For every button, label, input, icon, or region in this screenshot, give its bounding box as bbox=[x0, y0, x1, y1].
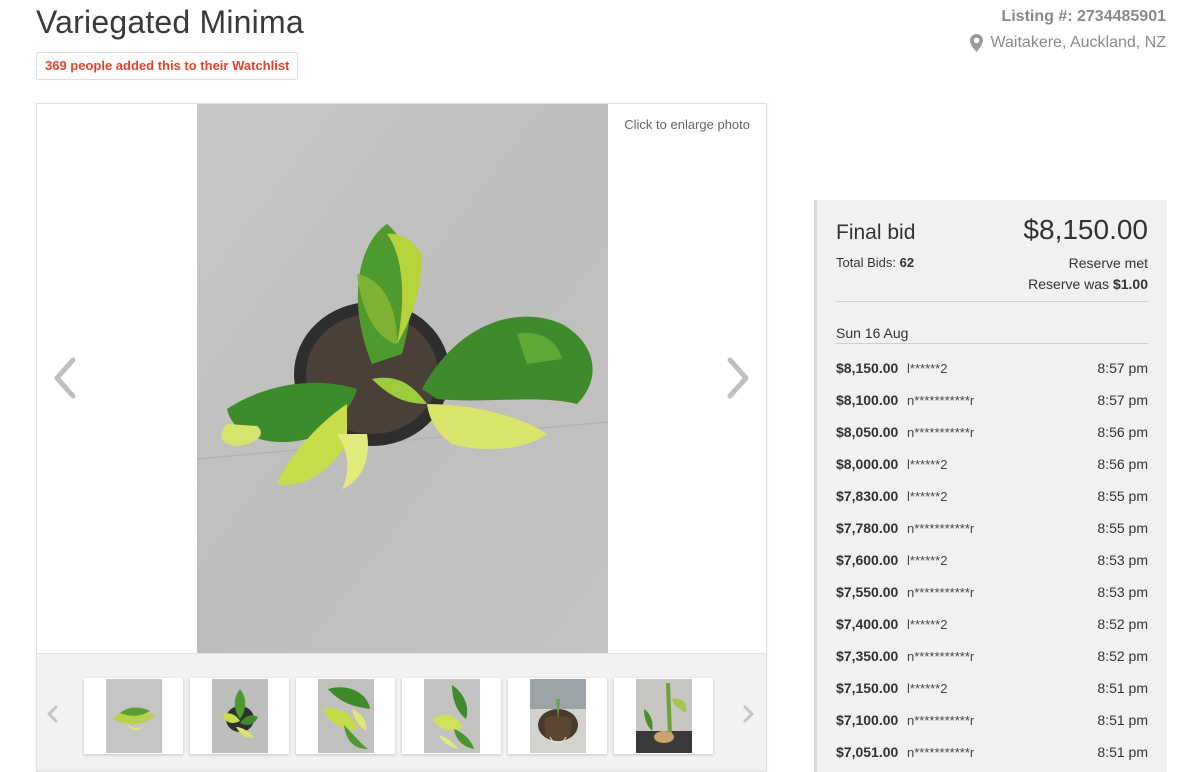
main-photo-area[interactable]: Click to enlarge photo bbox=[37, 104, 766, 653]
bidder-name: n***********r bbox=[907, 648, 975, 664]
thumbnail-3[interactable] bbox=[296, 678, 395, 754]
reserve-status: Reserve met bbox=[1068, 255, 1148, 271]
bid-amount: $7,830.00 bbox=[836, 488, 899, 504]
bid-row: $8,000.00 l******2 8:56 pm bbox=[836, 448, 1148, 480]
bidder-name: n***********r bbox=[907, 520, 975, 536]
bid-amount: $7,100.00 bbox=[836, 712, 899, 728]
bid-date-heading: Sun 16 Aug bbox=[836, 325, 909, 341]
bid-row: $7,550.00 n***********r 8:53 pm bbox=[836, 576, 1148, 608]
bid-row: $7,150.00 l******2 8:51 pm bbox=[836, 672, 1148, 704]
total-bids: Total Bids: 62 bbox=[836, 255, 914, 270]
map-pin-icon bbox=[969, 34, 983, 52]
bid-amount: $8,150.00 bbox=[836, 360, 899, 376]
reserve-price-value: $1.00 bbox=[1112, 276, 1148, 292]
bid-amount: $7,780.00 bbox=[836, 520, 899, 536]
bid-row: $7,780.00 n***********r 8:55 pm bbox=[836, 512, 1148, 544]
bid-row: $7,100.00 n***********r 8:51 pm bbox=[836, 704, 1148, 736]
bidder-name: l******2 bbox=[907, 488, 948, 504]
thumbnail-5[interactable] bbox=[508, 678, 607, 754]
thumbnail-6[interactable] bbox=[614, 678, 713, 754]
enlarge-photo-link[interactable]: Click to enlarge photo bbox=[624, 117, 750, 132]
bidder-name: l******2 bbox=[907, 360, 948, 376]
chevron-right-icon bbox=[743, 705, 754, 723]
thumbnail-list bbox=[84, 678, 713, 754]
bidder-name: n***********r bbox=[907, 744, 975, 760]
bid-amount: $8,000.00 bbox=[836, 456, 899, 472]
bid-time: 8:52 pm bbox=[1097, 616, 1148, 632]
location: Waitakere, Auckland, NZ bbox=[969, 34, 1166, 52]
bidder-name: n***********r bbox=[907, 392, 975, 408]
reserve-price: Reserve was $1.00 bbox=[1028, 276, 1148, 292]
bidder-name: n***********r bbox=[907, 424, 975, 440]
bidder-name: l******2 bbox=[907, 456, 948, 472]
thumbnail-strip bbox=[37, 653, 766, 771]
bid-amount: $7,350.00 bbox=[836, 648, 899, 664]
bid-amount: $7,600.00 bbox=[836, 552, 899, 568]
bid-row: $7,350.00 n***********r 8:52 pm bbox=[836, 640, 1148, 672]
bidder-name: l******2 bbox=[907, 616, 948, 632]
bid-row: $7,400.00 l******2 8:52 pm bbox=[836, 608, 1148, 640]
bid-time: 8:57 pm bbox=[1097, 392, 1148, 408]
bid-row: $8,050.00 n***********r 8:56 pm bbox=[836, 416, 1148, 448]
bid-amount: $7,400.00 bbox=[836, 616, 899, 632]
bid-list: $8,150.00 l******2 8:57 pm $8,100.00 n*****… bbox=[836, 352, 1148, 768]
photo-gallery: Click to enlarge photo bbox=[36, 103, 767, 772]
bid-row: $7,830.00 l******2 8:55 pm bbox=[836, 480, 1148, 512]
bid-time: 8:51 pm bbox=[1097, 744, 1148, 760]
bid-row: $7,051.00 n***********r 8:51 pm bbox=[836, 736, 1148, 768]
location-text: Waitakere, Auckland, NZ bbox=[990, 34, 1166, 51]
bid-row: $7,600.00 l******2 8:53 pm bbox=[836, 544, 1148, 576]
bid-history-panel: Final bid $8,150.00 Total Bids: 62 Reser… bbox=[814, 200, 1167, 772]
thumbnail-2[interactable] bbox=[190, 678, 289, 754]
thumbnail-1[interactable] bbox=[84, 678, 183, 754]
bid-amount: $7,051.00 bbox=[836, 744, 899, 760]
reserve-price-label: Reserve was bbox=[1028, 276, 1110, 292]
bid-amount: $7,150.00 bbox=[836, 680, 899, 696]
final-bid-amount: $8,150.00 bbox=[1023, 214, 1148, 245]
bid-time: 8:56 pm bbox=[1097, 424, 1148, 440]
thumbnail-4[interactable] bbox=[402, 678, 501, 754]
divider bbox=[836, 301, 1148, 302]
bid-row: $8,100.00 n***********r 8:57 pm bbox=[836, 384, 1148, 416]
bidder-name: n***********r bbox=[907, 584, 975, 600]
thumbnails-next-button[interactable] bbox=[740, 704, 756, 724]
bidder-name: l******2 bbox=[907, 552, 948, 568]
divider bbox=[836, 343, 1148, 344]
bid-row: $8,150.00 l******2 8:57 pm bbox=[836, 352, 1148, 384]
bid-time: 8:52 pm bbox=[1097, 648, 1148, 664]
bid-time: 8:56 pm bbox=[1097, 456, 1148, 472]
bid-time: 8:55 pm bbox=[1097, 520, 1148, 536]
bid-time: 8:53 pm bbox=[1097, 552, 1148, 568]
bid-amount: $8,050.00 bbox=[836, 424, 899, 440]
total-bids-label: Total Bids: bbox=[836, 255, 896, 270]
listing-title: Variegated Minima bbox=[36, 4, 304, 40]
main-photo[interactable] bbox=[197, 104, 608, 653]
bid-time: 8:51 pm bbox=[1097, 712, 1148, 728]
total-bids-value: 62 bbox=[899, 255, 915, 270]
listing-number: Listing #: 2734485901 bbox=[1001, 8, 1166, 25]
chevron-left-icon bbox=[47, 705, 58, 723]
bid-amount: $7,550.00 bbox=[836, 584, 899, 600]
bid-time: 8:57 pm bbox=[1097, 360, 1148, 376]
next-photo-button[interactable] bbox=[722, 356, 752, 400]
bid-time: 8:51 pm bbox=[1097, 680, 1148, 696]
bidder-name: l******2 bbox=[907, 680, 948, 696]
final-bid-label: Final bid bbox=[836, 221, 916, 244]
bidder-name: n***********r bbox=[907, 712, 975, 728]
previous-photo-button[interactable] bbox=[51, 356, 81, 400]
bid-time: 8:53 pm bbox=[1097, 584, 1148, 600]
bid-time: 8:55 pm bbox=[1097, 488, 1148, 504]
thumbnails-previous-button[interactable] bbox=[45, 704, 61, 724]
chevron-right-icon bbox=[727, 357, 749, 399]
bid-amount: $8,100.00 bbox=[836, 392, 899, 408]
watchlist-count-badge: 369 people added this to their Watchlist bbox=[36, 52, 299, 80]
chevron-left-icon bbox=[54, 357, 76, 399]
